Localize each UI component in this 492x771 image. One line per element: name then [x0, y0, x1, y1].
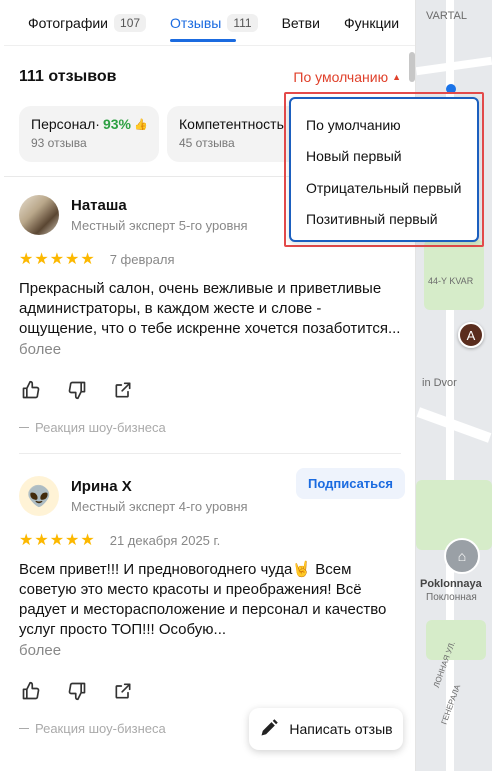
tab-label: Фотографии: [28, 14, 109, 31]
chip-percent: 93%: [102, 116, 131, 132]
aspect-chip-staff[interactable]: Персонал· 93% 👍 93 отзыва: [19, 106, 159, 162]
review-text: Прекрасный салон, очень вежливые и приве…: [19, 280, 401, 337]
reaction-label: Реакция шоу-бизнеса: [35, 721, 166, 736]
author-level: Местный эксперт 5-го уровня: [71, 218, 248, 233]
sort-option-negative[interactable]: Отрицательный первый: [291, 172, 477, 204]
star-rating-icon: ★★★★★: [19, 532, 96, 549]
chip-title: Компетентность: [179, 116, 284, 132]
reviews-summary: 111 отзывов По умолчанию ▲: [4, 46, 415, 86]
review-rating: ★★★★★ 7 февраля: [19, 249, 401, 269]
chip-title: Персонал·: [31, 116, 100, 132]
star-rating-icon: ★★★★★: [19, 251, 96, 268]
map-pin-icon[interactable]: A: [458, 322, 484, 348]
monument-icon[interactable]: ⌂: [444, 538, 480, 574]
map-label: Поклонная: [426, 592, 477, 603]
sort-option-default[interactable]: По умолчанию: [291, 109, 477, 141]
review-actions: [19, 679, 401, 703]
author-name[interactable]: Наташа: [71, 197, 248, 214]
tab-features[interactable]: Функции: [344, 0, 399, 46]
subscribe-button[interactable]: Подписаться: [295, 468, 405, 499]
share-icon[interactable]: [111, 378, 135, 402]
tab-label: Ветви: [281, 14, 320, 31]
sort-dropdown-toggle[interactable]: По умолчанию ▲: [293, 69, 401, 85]
business-reaction-toggle[interactable]: Реакция шоу-бизнеса: [19, 420, 401, 435]
review-card: 👽 Ирина Х Местный эксперт 4-го уровня По…: [4, 454, 415, 736]
sort-dropdown-menu: По умолчанию Новый первый Отрицательный …: [289, 97, 479, 242]
caret-up-icon: ▲: [392, 72, 401, 82]
pencil-icon: [259, 718, 279, 741]
tab-branches[interactable]: Ветви: [282, 0, 320, 46]
reaction-label: Реакция шоу-бизнеса: [35, 420, 166, 435]
scrollbar[interactable]: [409, 52, 415, 82]
map-label: 44-Y KVAR: [428, 276, 474, 286]
review-actions: [19, 378, 401, 402]
dislike-icon[interactable]: [65, 378, 89, 402]
map-label: VARTAL: [426, 10, 467, 22]
avatar[interactable]: 👽: [19, 476, 59, 516]
like-icon[interactable]: [19, 378, 43, 402]
thumbs-up-icon: 👍: [133, 118, 148, 131]
dash-icon: [19, 728, 29, 729]
review-text: Всем привет!!! И предновогоднего чуда🤘 В…: [19, 561, 387, 638]
tab-count-badge: 107: [114, 13, 147, 32]
write-review-label: Написать отзыв: [289, 721, 393, 737]
author-level: Местный эксперт 4-го уровня: [71, 499, 248, 514]
tab-bar: Фотографии 107 Отзывы 111 Ветви Функции: [4, 0, 415, 46]
tab-reviews[interactable]: Отзывы 111: [170, 0, 258, 46]
tab-photos[interactable]: Фотографии 107: [28, 0, 147, 46]
sort-option-positive[interactable]: Позитивный первый: [291, 204, 477, 236]
share-icon[interactable]: [111, 679, 135, 703]
read-more-link[interactable]: более: [19, 642, 401, 659]
chip-sub: 45 отзыва: [179, 136, 235, 150]
tab-label: Отзывы: [170, 14, 222, 31]
review-date: 7 февраля: [109, 251, 175, 267]
map-label: in Dvor: [422, 377, 457, 389]
map-label: Poklonnaya: [420, 578, 482, 590]
reviews-count-title: 111 отзывов: [19, 68, 117, 85]
dislike-icon[interactable]: [65, 679, 89, 703]
review-date: 21 декабря 2025 г.: [109, 532, 221, 548]
author-name[interactable]: Ирина Х: [71, 478, 248, 495]
chip-sub: 93 отзыва: [31, 136, 87, 150]
like-icon[interactable]: [19, 679, 43, 703]
write-review-button[interactable]: Написать отзыв: [249, 708, 403, 750]
sort-label: По умолчанию: [293, 69, 389, 85]
avatar[interactable]: [19, 195, 59, 235]
review-rating: ★★★★★ 21 декабря 2025 г.: [19, 530, 401, 550]
tab-count-badge: 111: [227, 13, 258, 32]
read-more-link[interactable]: более: [19, 341, 401, 358]
dash-icon: [19, 427, 29, 428]
sort-option-newest[interactable]: Новый первый: [291, 141, 477, 173]
tab-label: Функции: [343, 14, 400, 31]
